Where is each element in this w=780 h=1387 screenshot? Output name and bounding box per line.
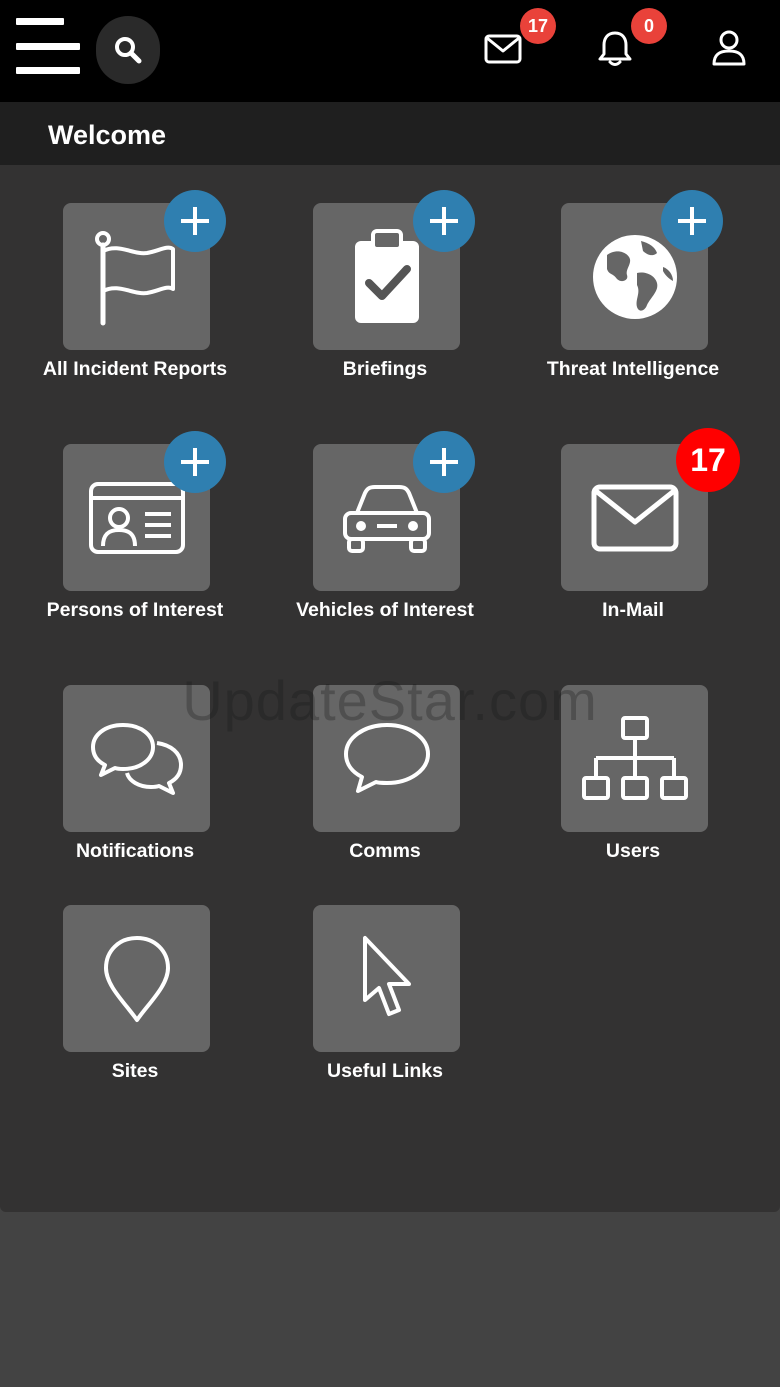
bell-icon bbox=[598, 31, 632, 66]
add-threat-intelligence-button[interactable] bbox=[661, 190, 723, 252]
notifications-button[interactable] bbox=[597, 29, 633, 67]
dashboard-panel: All Incident Reports Briefings Threat In… bbox=[0, 165, 780, 1212]
map-pin-icon bbox=[103, 935, 170, 1022]
tile-label: Notifications bbox=[75, 840, 195, 862]
tile-label: Threat Intelligence bbox=[546, 358, 720, 380]
add-incident-report-button[interactable] bbox=[164, 190, 226, 252]
notification-count-badge: 0 bbox=[631, 8, 667, 44]
cursor-arrow-icon bbox=[362, 935, 411, 1016]
plus-icon bbox=[430, 207, 458, 235]
tile-label: Sites bbox=[111, 1060, 159, 1082]
plus-icon bbox=[678, 207, 706, 235]
mail-button[interactable] bbox=[484, 34, 522, 64]
tile-icon-box bbox=[63, 905, 210, 1052]
envelope-icon bbox=[484, 34, 522, 64]
tile-label: In-Mail bbox=[602, 599, 664, 621]
envelope-icon bbox=[591, 484, 678, 551]
add-vehicle-of-interest-button[interactable] bbox=[413, 431, 475, 493]
tile-label: Vehicles of Interest bbox=[296, 599, 474, 621]
add-person-of-interest-button[interactable] bbox=[164, 431, 226, 493]
tile-icon-box bbox=[63, 685, 210, 832]
tile-icon-box bbox=[313, 905, 460, 1052]
car-icon bbox=[342, 484, 431, 553]
in-mail-count-badge: 17 bbox=[676, 428, 740, 492]
welcome-bar: Welcome bbox=[0, 102, 780, 165]
tile-label: Briefings bbox=[342, 358, 428, 380]
user-icon bbox=[712, 30, 746, 66]
tile-label: Useful Links bbox=[327, 1060, 443, 1082]
tile-label: All Incident Reports bbox=[42, 358, 228, 380]
chat-bubble-icon bbox=[343, 722, 430, 793]
plus-icon bbox=[430, 448, 458, 476]
hamburger-menu-icon[interactable] bbox=[16, 18, 80, 74]
tile-label: Comms bbox=[349, 840, 421, 862]
tile-label: Users bbox=[605, 840, 661, 862]
id-card-icon bbox=[88, 481, 185, 554]
tile-icon-box bbox=[313, 685, 460, 832]
mail-count-badge: 17 bbox=[520, 8, 556, 44]
tile-icon-box bbox=[561, 685, 708, 832]
search-button[interactable] bbox=[96, 16, 160, 84]
add-briefing-button[interactable] bbox=[413, 190, 475, 252]
chat-bubbles-icon bbox=[90, 722, 183, 795]
search-icon bbox=[115, 37, 142, 64]
org-chart-icon bbox=[581, 715, 688, 800]
plus-icon bbox=[181, 448, 209, 476]
page-title: Welcome bbox=[48, 120, 167, 150]
profile-button[interactable] bbox=[712, 29, 746, 67]
plus-icon bbox=[181, 207, 209, 235]
top-bar: 17 0 bbox=[0, 0, 780, 102]
tile-label: Persons of Interest bbox=[46, 599, 224, 621]
